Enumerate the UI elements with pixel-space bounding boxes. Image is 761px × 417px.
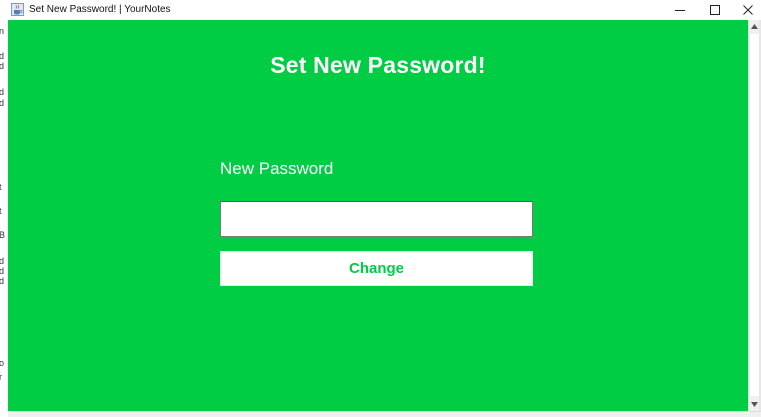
title-bar[interactable]: Set New Password! | YourNotes (8, 0, 761, 21)
window-bottom-edge (8, 411, 761, 417)
java-cup-icon (11, 3, 24, 16)
page-title: Set New Password! (270, 52, 486, 78)
change-button[interactable]: Change (220, 251, 533, 286)
minimize-button[interactable] (662, 0, 698, 20)
app-window: n d d d d t t B d d d o r Set New Passwo… (0, 0, 761, 417)
new-password-input[interactable] (220, 201, 533, 237)
background-window-edge: n d d d d t t B d d d o r (0, 20, 8, 417)
minimize-icon (675, 10, 685, 11)
maximize-icon (710, 5, 720, 15)
close-icon (743, 5, 753, 15)
new-password-label: New Password (220, 159, 334, 178)
maximize-button[interactable] (697, 0, 733, 20)
window-title: Set New Password! | YourNotes (29, 4, 171, 15)
password-panel: Set New Password! New Password Change (8, 20, 748, 411)
close-button[interactable] (730, 0, 761, 20)
scrollbar-thumb[interactable] (750, 34, 759, 396)
